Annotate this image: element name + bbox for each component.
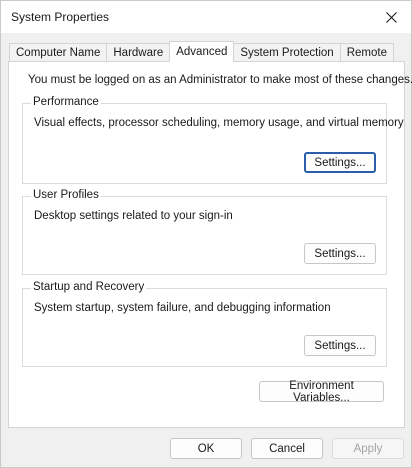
performance-label: Performance bbox=[31, 96, 101, 108]
startup-recovery-label: Startup and Recovery bbox=[31, 281, 147, 293]
user-profiles-settings-button[interactable]: Settings... bbox=[304, 243, 376, 264]
title-bar: System Properties bbox=[1, 1, 411, 33]
tab-advanced[interactable]: Advanced bbox=[169, 41, 235, 62]
performance-description: Visual effects, processor scheduling, me… bbox=[34, 117, 404, 129]
system-properties-window: System Properties Computer Name Hardware… bbox=[0, 0, 412, 468]
user-profiles-label: User Profiles bbox=[31, 189, 101, 201]
user-profiles-description: Desktop settings related to your sign-in bbox=[34, 210, 233, 222]
tab-hardware[interactable]: Hardware bbox=[106, 43, 171, 62]
startup-recovery-settings-button[interactable]: Settings... bbox=[304, 335, 376, 356]
startup-recovery-group: Startup and Recovery System startup, sys… bbox=[22, 281, 387, 367]
tab-computer-name[interactable]: Computer Name bbox=[9, 43, 108, 62]
apply-button: Apply bbox=[332, 438, 404, 459]
ok-button[interactable]: OK bbox=[170, 438, 242, 459]
tab-system-protection[interactable]: System Protection bbox=[233, 43, 341, 62]
startup-recovery-description: System startup, system failure, and debu… bbox=[34, 302, 331, 314]
environment-variables-button[interactable]: Environment Variables... bbox=[259, 380, 384, 404]
tab-strip: Computer Name Hardware Advanced System P… bbox=[9, 41, 394, 62]
advanced-tab-panel: You must be logged on as an Administrato… bbox=[8, 61, 412, 428]
close-button[interactable] bbox=[371, 1, 411, 33]
performance-group: Performance Visual effects, processor sc… bbox=[22, 96, 404, 184]
window-title: System Properties bbox=[11, 10, 110, 24]
close-icon bbox=[385, 11, 397, 23]
tab-remote[interactable]: Remote bbox=[339, 43, 394, 62]
user-profiles-group: User Profiles Desktop settings related t… bbox=[22, 189, 387, 275]
cancel-button[interactable]: Cancel bbox=[251, 438, 323, 459]
admin-notice: You must be logged on as an Administrato… bbox=[28, 74, 412, 86]
performance-settings-button[interactable]: Settings... bbox=[304, 152, 376, 173]
